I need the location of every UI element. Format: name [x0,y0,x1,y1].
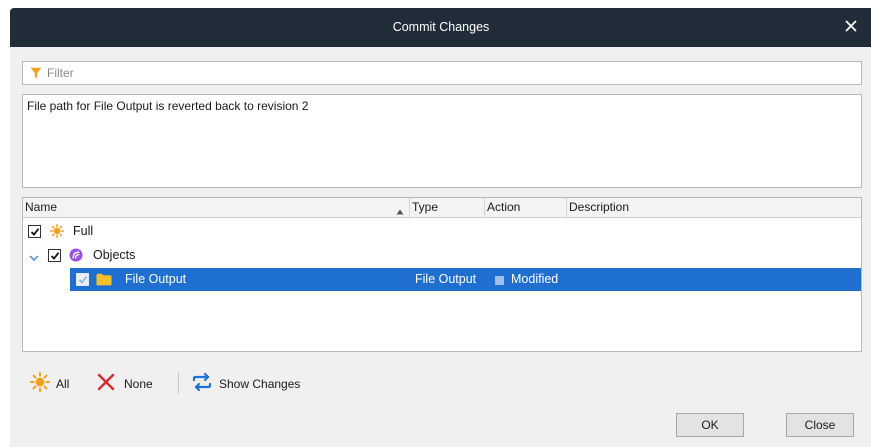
x-icon [96,372,116,395]
title-bar: Commit Changes [10,8,871,47]
ok-button[interactable]: OK [676,413,744,437]
select-all-button[interactable]: All [30,368,100,396]
toolbar-divider [178,372,179,394]
folder-icon [96,273,112,289]
modified-indicator-icon [495,276,504,285]
type-cell: File Output [415,272,477,286]
tree-row-file-output[interactable]: File Output File Output Modified [70,268,861,291]
tree-row-label: File Output [125,272,187,286]
select-none-button[interactable]: None [96,368,176,396]
column-action-label: Action [487,200,521,214]
sun-icon [50,224,64,241]
column-name-label: Name [25,200,58,214]
show-changes-label: Show Changes [219,377,301,391]
filter-input[interactable] [47,64,847,82]
select-all-label: All [56,377,70,391]
tree-row-label: Full [73,224,94,238]
commit-changes-dialog: Commit Changes Name Type Action Descript… [10,8,871,447]
dialog-title: Commit Changes [392,20,490,34]
close-button[interactable]: Close [786,413,854,437]
filter-box [22,61,862,85]
column-header-action[interactable]: Action [485,198,567,217]
changes-tree: Name Type Action Description Full Object… [22,197,862,352]
tree-row-label: Objects [93,248,136,262]
column-header-description[interactable]: Description [567,198,861,217]
column-type-label: Type [412,200,439,214]
tree-row-objects[interactable]: Objects [23,244,861,267]
close-icon[interactable] [842,17,860,35]
show-changes-button[interactable]: Show Changes [192,368,322,396]
tree-row-full[interactable]: Full [23,220,861,243]
commit-message-box [22,94,862,188]
swap-arrows-icon [192,372,212,395]
checkbox-objects[interactable] [48,249,61,262]
objects-icon [69,248,83,265]
funnel-icon [30,67,42,82]
checkbox-file-output[interactable] [76,273,89,286]
tree-header: Name Type Action Description [23,198,861,218]
sort-ascending-icon [396,204,404,218]
column-header-name[interactable]: Name [23,198,410,217]
checkbox-full[interactable] [28,225,41,238]
action-cell: Modified [511,272,559,286]
chevron-down-icon[interactable] [29,251,39,265]
column-description-label: Description [569,200,630,214]
select-none-label: None [124,377,153,391]
sun-icon [30,372,50,395]
commit-message-input[interactable] [23,95,861,187]
column-header-type[interactable]: Type [410,198,485,217]
